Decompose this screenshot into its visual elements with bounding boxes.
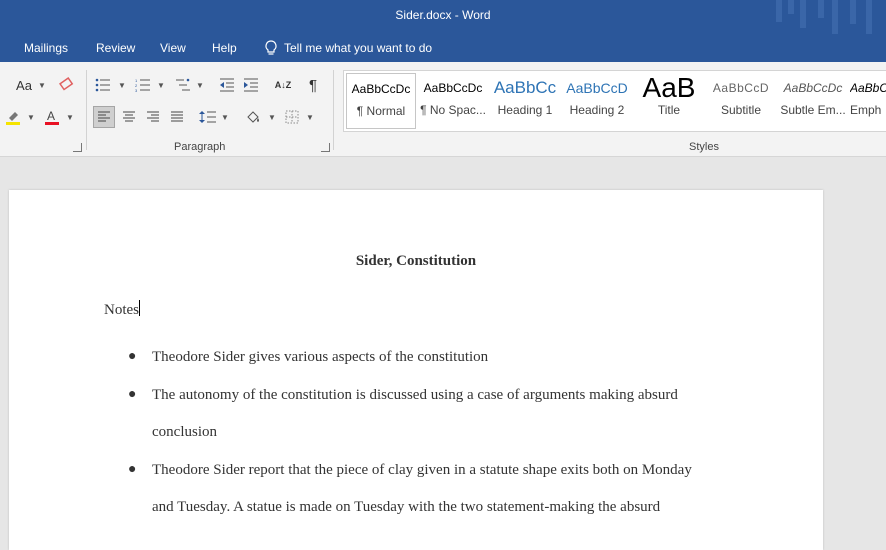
style-label: Subtle Em...: [780, 103, 846, 117]
style-subtle-emphasis[interactable]: AaBbCcDc Subtle Em...: [778, 73, 848, 129]
borders-icon[interactable]: [281, 106, 303, 128]
highlight-swatch: [6, 122, 20, 125]
style-label: ¶ No Spac...: [420, 103, 486, 117]
line-spacing-icon[interactable]: [197, 106, 219, 128]
style-label: Emph: [850, 103, 882, 117]
ribbon-tabs: Mailings Review View Help: [0, 34, 886, 62]
style-heading-1[interactable]: AaBbCc Heading 1: [490, 73, 560, 129]
paragraph-group-label: Paragraph: [174, 141, 226, 153]
align-right-icon[interactable]: [142, 106, 164, 128]
show-formatting-marks-icon[interactable]: ¶: [302, 74, 324, 96]
bullet-line: conclusion: [152, 424, 217, 440]
style-preview: AaBbCcD: [566, 80, 628, 96]
chevron-down-icon[interactable]: ▼: [66, 113, 74, 122]
tell-me-text: Tell me what you want to do: [284, 41, 433, 55]
title-bar: Sider.docx - Word: [0, 0, 886, 34]
clear-formatting-icon[interactable]: [56, 74, 78, 96]
window-title: Sider.docx - Word: [395, 8, 491, 22]
justify-icon[interactable]: [166, 106, 188, 128]
style-preview: AaBbCcDc: [850, 81, 886, 95]
document-heading: Sider, Constitution: [355, 253, 477, 269]
multilevel-list-icon[interactable]: [172, 74, 194, 96]
style-preview: AaBbCcDc: [423, 81, 483, 95]
notes-line: Notes: [104, 300, 140, 319]
bullet-line: The autonomy of the constitution is disc…: [152, 387, 678, 403]
chevron-down-icon[interactable]: ▼: [221, 113, 229, 122]
chevron-down-icon[interactable]: ▼: [38, 81, 46, 90]
decrease-indent-icon[interactable]: [216, 74, 238, 96]
document-page[interactable]: Sider, Constitution Notes ● Theodore Sid…: [9, 190, 823, 550]
align-center-icon[interactable]: [118, 106, 140, 128]
style-normal[interactable]: AaBbCcDc ¶ Normal: [346, 73, 416, 129]
svg-text:A: A: [47, 109, 55, 123]
paragraph-dialog-launcher-icon[interactable]: [321, 143, 330, 152]
svg-text:3: 3: [135, 88, 138, 92]
bullet-icon: ●: [128, 462, 137, 477]
bullet-icon: ●: [128, 349, 137, 364]
chevron-down-icon[interactable]: ▼: [196, 81, 204, 90]
notes-text: Notes: [104, 302, 139, 318]
style-label: Heading 2: [569, 103, 625, 117]
style-preview: AaBbCcD: [712, 81, 770, 95]
font-color-icon[interactable]: A: [41, 106, 63, 128]
font-dialog-launcher-icon[interactable]: [73, 143, 82, 152]
sort-icon[interactable]: A↓Z: [272, 74, 294, 96]
bullets-icon[interactable]: [92, 74, 114, 96]
style-label: Title: [657, 103, 681, 117]
group-separator: [86, 70, 87, 150]
change-case-label: Aa: [16, 77, 32, 93]
style-no-spacing[interactable]: AaBbCcDc ¶ No Spac...: [418, 73, 488, 129]
style-label: Subtitle: [720, 103, 762, 117]
chevron-down-icon[interactable]: ▼: [306, 113, 314, 122]
style-subtitle[interactable]: AaBbCcD Subtitle: [706, 73, 776, 129]
numbering-icon[interactable]: 123: [132, 74, 154, 96]
text-cursor: [139, 300, 140, 316]
tab-review[interactable]: Review: [96, 41, 135, 55]
align-left-icon[interactable]: [93, 106, 115, 128]
bullet-line: and Tuesday. A statue is made on Tuesday…: [152, 499, 661, 515]
chevron-down-icon[interactable]: ▼: [118, 81, 126, 90]
chevron-down-icon[interactable]: ▼: [268, 113, 276, 122]
style-preview: AaBbCc: [493, 78, 557, 97]
styles-gallery: AaBbCcDc ¶ Normal AaBbCcDc ¶ No Spac... …: [343, 70, 886, 132]
bullet-line: Theodore Sider gives various aspects of …: [152, 349, 489, 365]
pilcrow-label: ¶: [308, 76, 318, 94]
tell-me-box[interactable]: Tell me what you want to do: [264, 40, 432, 56]
shading-icon[interactable]: [242, 106, 264, 128]
style-label: Heading 1: [497, 103, 553, 117]
bullet-line: Theodore Sider report that the piece of …: [152, 462, 692, 478]
style-heading-2[interactable]: AaBbCcD Heading 2: [562, 73, 632, 129]
style-label: ¶ Normal: [356, 104, 406, 118]
tab-view[interactable]: View: [160, 41, 186, 55]
style-preview: AaBbCcDc: [351, 82, 411, 96]
chevron-down-icon[interactable]: ▼: [27, 113, 35, 122]
chevron-down-icon[interactable]: ▼: [157, 81, 165, 90]
styles-group-label: Styles: [689, 141, 719, 153]
title-bar-decoration: [766, 0, 886, 34]
change-case-button[interactable]: Aa: [10, 74, 38, 96]
style-preview: AaBbCcDc: [783, 81, 843, 95]
group-separator: [333, 70, 334, 150]
highlight-color-icon[interactable]: [2, 106, 24, 128]
style-preview: AaB: [642, 73, 696, 103]
style-title[interactable]: AaB Title: [634, 73, 704, 129]
lightbulb-icon: [265, 40, 277, 55]
style-emphasis[interactable]: AaBbCcDc Emph: [850, 73, 886, 129]
increase-indent-icon[interactable]: [240, 74, 262, 96]
tab-mailings[interactable]: Mailings: [24, 41, 68, 55]
bullet-icon: ●: [128, 387, 137, 402]
sort-label: A↓Z: [274, 79, 292, 90]
ribbon: Aa ▼ ▼ A ▼ ▼ 123 ▼ ▼ A↓Z ¶ ▼ ▼ ▼ Paragra…: [0, 62, 886, 157]
tab-help[interactable]: Help: [212, 41, 237, 55]
